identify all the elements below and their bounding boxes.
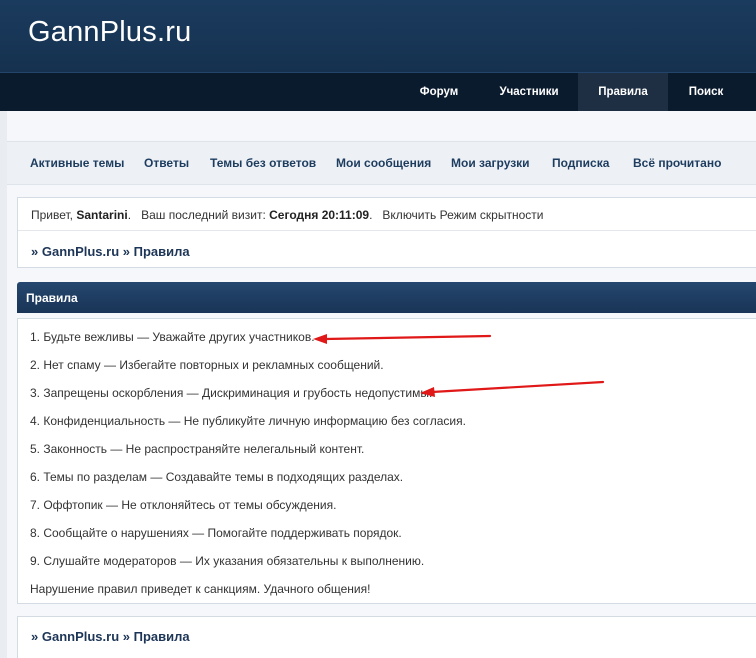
greeting-text: Привет, <box>31 208 74 222</box>
welcome-box: Привет, Santarini. Ваш последний визит: … <box>17 197 756 268</box>
rule-item: 1. Будьте вежливы — Уважайте других учас… <box>30 330 315 344</box>
subnav-mark-all-read[interactable]: Всё прочитано <box>633 142 721 186</box>
rule-item: 4. Конфиденциальность — Не публикуйте ли… <box>30 414 466 428</box>
breadcrumb: » GannPlus.ru » Правила <box>31 244 190 259</box>
divider <box>18 230 756 231</box>
welcome-line: Привет, Santarini. Ваш последний визит: … <box>31 208 544 222</box>
breadcrumb-home-link[interactable]: GannPlus.ru <box>42 244 119 259</box>
rules-footer-note: Нарушение правил приведет к санкциям. Уд… <box>30 582 371 596</box>
subnav-replies[interactable]: Ответы <box>144 142 189 186</box>
rules-section-title: Правила <box>26 291 78 305</box>
quick-links-bar: Активные темы Ответы Темы без ответов Мо… <box>7 141 756 185</box>
rules-list: 1. Будьте вежливы — Уважайте других учас… <box>17 318 756 604</box>
breadcrumb-separator: » <box>31 629 39 644</box>
breadcrumb-separator: » <box>122 629 131 644</box>
subnav-active-topics[interactable]: Активные темы <box>30 142 124 186</box>
nav-item-forum[interactable]: Форум <box>406 73 472 112</box>
bottom-breadcrumb-box: » GannPlus.ru » Правила <box>17 616 756 658</box>
subnav-unanswered-topics[interactable]: Темы без ответов <box>210 142 316 186</box>
rule-item: 6. Темы по разделам — Создавайте темы в … <box>30 470 404 484</box>
breadcrumb-home-link[interactable]: GannPlus.ru <box>42 629 119 644</box>
site-logo[interactable]: GannPlus.ru <box>28 16 191 49</box>
rule-item: 7. Оффтопик — Не отклоняйтесь от темы об… <box>30 498 337 512</box>
rule-item: 5. Законность — Не распространяйте нелег… <box>30 442 365 456</box>
main-navbar: Форум Участники Правила Поиск <box>0 72 756 112</box>
nav-item-rules[interactable]: Правила <box>578 73 668 112</box>
rule-item: 9. Слушайте модераторов — Их указания об… <box>30 554 425 568</box>
subnav-my-uploads[interactable]: Мои загрузки <box>451 142 530 186</box>
stealth-mode-link[interactable]: Включить Режим скрытности <box>382 208 543 222</box>
breadcrumb-bottom: » GannPlus.ru » Правила <box>31 629 190 644</box>
nav-item-members[interactable]: Участники <box>484 73 574 112</box>
subnav-subscriptions[interactable]: Подписка <box>552 142 609 186</box>
breadcrumb-current-page[interactable]: Правила <box>134 629 190 644</box>
rule-item: 2. Нет спаму — Избегайте повторных и рек… <box>30 358 384 372</box>
last-visit-value: Сегодня 20:11:09 <box>269 208 370 222</box>
subnav-my-posts[interactable]: Мои сообщения <box>336 142 431 186</box>
site-header: GannPlus.ru <box>0 0 756 72</box>
breadcrumb-separator: » <box>31 244 39 259</box>
username[interactable]: Santarini <box>76 208 127 222</box>
rule-item: 3. Запрещены оскорбления — Дискриминация… <box>30 386 433 400</box>
breadcrumb-current-page[interactable]: Правила <box>134 244 190 259</box>
breadcrumb-separator: » <box>122 244 131 259</box>
rules-section-header: Правила <box>17 282 756 313</box>
nav-item-search[interactable]: Поиск <box>676 73 736 112</box>
last-visit-label: Ваш последний визит: <box>141 208 266 222</box>
rule-item: 8. Сообщайте о нарушениях — Помогайте по… <box>30 526 402 540</box>
